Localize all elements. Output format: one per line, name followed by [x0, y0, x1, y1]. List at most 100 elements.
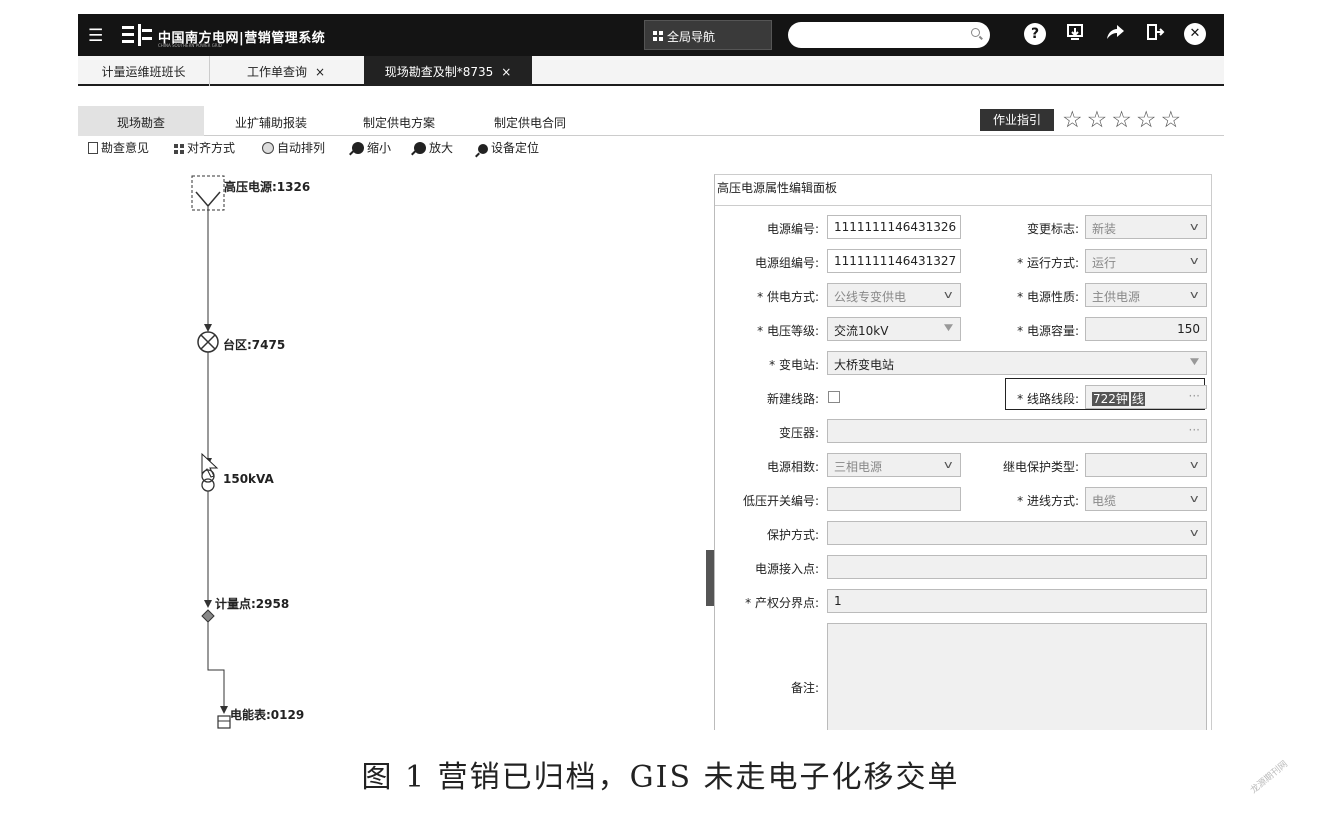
power-nature-label: * 电源性质: [1017, 290, 1079, 304]
line-section-label: * 线路线段: [1017, 392, 1079, 406]
triangle-down-icon: ▼ [944, 323, 954, 333]
subtab-supply-contract[interactable]: 制定供电合同 [460, 106, 600, 136]
ellipsis-icon[interactable]: ··· [1189, 423, 1200, 437]
work-guide-button[interactable]: 作业指引 [980, 109, 1054, 131]
tab-label: 工作单查询 [246, 65, 307, 79]
protect-mode-select[interactable]: v [827, 521, 1207, 545]
logo-icon [122, 24, 152, 46]
survey-opinion-button[interactable]: 勘查意见 [88, 139, 149, 156]
download-icon[interactable] [1064, 23, 1086, 45]
capacity-label: * 电源容量: [1017, 324, 1079, 338]
help-icon[interactable]: ? [1024, 23, 1046, 45]
substation-select[interactable]: 大桥变电站 ▼ [827, 351, 1207, 375]
grid-icon [653, 31, 663, 41]
change-flag-label: 变更标志: [1026, 222, 1079, 236]
figure-caption: 图 1 营销已归档，GIS 未走电子化移交单 [361, 760, 960, 795]
panel-title: 高压电源属性编辑面板 [717, 181, 838, 195]
phase-select[interactable]: 三相电源 v [827, 453, 961, 477]
tab-work-order-query[interactable]: 工作单查询 × [210, 56, 362, 86]
property-edit-panel: 高压电源属性编辑面板 电源编号: 1111111146431326 变更标志: … [714, 174, 1212, 730]
supply-mode-select[interactable]: 公线专变供电 v [827, 283, 961, 307]
sub-tab-bar: 现场勘查 业扩辅助报装 制定供电方案 制定供电合同 作业指引 ☆☆☆☆☆ [78, 106, 1224, 136]
tab-bar: 计量运维班班长 工作单查询 × 现场勘查及制*8735 × [78, 56, 1224, 86]
close-icon[interactable]: ✕ [1184, 23, 1206, 45]
auto-icon [262, 142, 274, 154]
tool-label: 缩小 [367, 141, 392, 155]
metering-point-icon[interactable] [201, 609, 215, 623]
tab-metering-leader[interactable]: 计量运维班班长 [78, 56, 210, 86]
power-nature-select[interactable]: 主供电源 v [1085, 283, 1207, 307]
inlet-mode-select[interactable]: 电缆 v [1085, 487, 1207, 511]
select-value: 公线专变供电 [834, 290, 907, 304]
zoom-out-button[interactable]: 缩小 [352, 139, 391, 156]
inlet-mode-label: * 进线方式: [1017, 494, 1079, 508]
subtab-business-assist[interactable]: 业扩辅助报装 [204, 106, 338, 136]
lv-switch-label: 低压开关编号: [742, 494, 819, 508]
chevron-down-icon: v [1190, 458, 1199, 471]
subtab-label: 业扩辅助报装 [234, 116, 307, 130]
tab-close-icon[interactable]: × [501, 65, 511, 79]
app-subtitle: CHINA SOUTHERN POWER GRID [158, 43, 222, 48]
rating-stars[interactable]: ☆☆☆☆☆ [1062, 106, 1185, 134]
chevron-down-icon: v [1190, 288, 1199, 301]
ellipsis-icon[interactable]: ··· [1189, 389, 1200, 403]
subtab-supply-plan[interactable]: 制定供电方案 [338, 106, 460, 136]
run-mode-select[interactable]: 运行 v [1085, 249, 1207, 273]
tool-label: 自动排列 [277, 141, 326, 155]
global-nav-button[interactable]: 全局导航 [644, 20, 772, 50]
power-group-no-field[interactable]: 1111111146431327 [827, 249, 961, 273]
chevron-down-icon: v [1190, 492, 1199, 505]
substation-label: * 变电站: [769, 358, 819, 372]
change-flag-select[interactable]: 新装 v [1085, 215, 1207, 239]
capacity-field[interactable]: 150 [1085, 317, 1207, 341]
document-icon [88, 142, 98, 154]
property-boundary-field[interactable]: 1 [827, 589, 1207, 613]
share-icon[interactable] [1104, 23, 1126, 45]
panel-collapse-handle[interactable] [706, 550, 714, 606]
chevron-down-icon: v [1190, 220, 1199, 233]
tool-label: 放大 [429, 141, 454, 155]
triangle-down-icon: ▼ [1190, 357, 1200, 367]
zoom-in-button[interactable]: 放大 [414, 139, 453, 156]
search-icon[interactable] [971, 28, 980, 37]
selected-text: 722钟 [1092, 392, 1129, 406]
relay-type-select[interactable]: v [1085, 453, 1207, 477]
voltage-level-select[interactable]: 交流10kV ▼ [827, 317, 961, 341]
subtab-label: 制定供电合同 [493, 116, 566, 130]
grid-icon [174, 144, 184, 154]
new-line-label: 新建线路: [766, 392, 819, 406]
line-section-field[interactable]: 722钟线 ··· [1085, 385, 1207, 409]
locate-icon [478, 144, 488, 154]
align-button[interactable]: 对齐方式 [174, 139, 235, 156]
arrow-icon [204, 600, 212, 608]
property-boundary-label: * 产权分界点: [745, 596, 819, 610]
station-area-icon[interactable] [197, 331, 219, 353]
run-mode-label: * 运行方式: [1017, 256, 1079, 270]
locate-device-button[interactable]: 设备定位 [478, 139, 539, 156]
node-label-metering-point: 计量点:2958 [215, 597, 290, 611]
exit-icon[interactable] [1144, 23, 1166, 45]
arrow-icon [220, 706, 228, 714]
search-input[interactable] [788, 22, 990, 48]
power-source-icon[interactable] [191, 175, 225, 211]
power-group-no-label: 电源组编号: [754, 256, 819, 270]
meter-icon[interactable] [217, 715, 231, 729]
subtab-label: 制定供电方案 [362, 116, 435, 130]
menu-icon[interactable]: ☰ [88, 26, 103, 46]
power-no-label: 电源编号: [766, 222, 819, 236]
auto-arrange-button[interactable]: 自动排列 [262, 139, 325, 156]
access-point-field[interactable] [827, 555, 1207, 579]
new-line-checkbox[interactable] [828, 391, 840, 403]
selected-text-tail: 线 [1130, 392, 1145, 406]
subtab-site-survey[interactable]: 现场勘查 [78, 106, 204, 136]
lv-switch-field[interactable] [827, 487, 961, 511]
tab-site-survey[interactable]: 现场勘查及制*8735 × [364, 56, 532, 86]
app-screenshot: ☰ 中国南方电网|营销管理系统 CHINA SOUTHERN POWER GRI… [78, 14, 1224, 730]
remark-textarea[interactable] [827, 623, 1207, 730]
tool-label: 对齐方式 [187, 141, 236, 155]
tab-close-icon[interactable]: × [315, 65, 325, 79]
global-nav-label: 全局导航 [667, 30, 716, 44]
phase-label: 电源相数: [766, 460, 819, 474]
power-no-field[interactable]: 1111111146431326 [827, 215, 961, 239]
transformer-field[interactable]: ··· [827, 419, 1207, 443]
